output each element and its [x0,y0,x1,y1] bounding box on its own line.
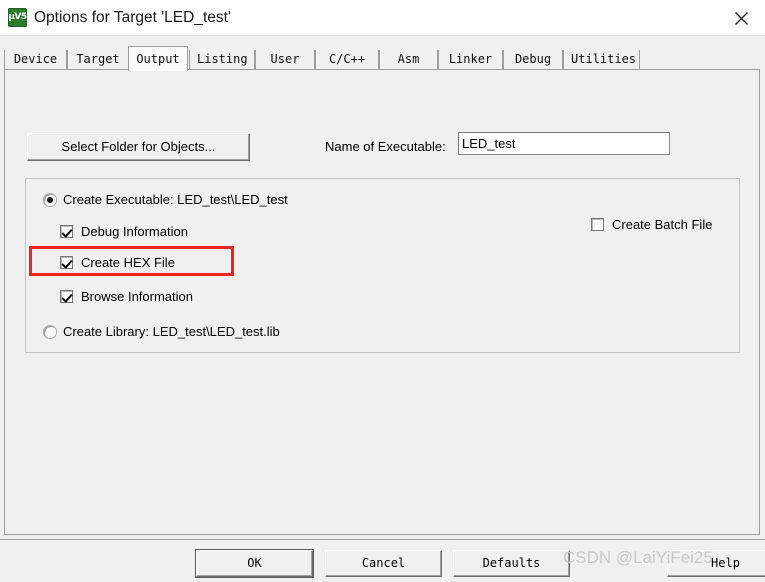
name-of-executable-label: Name of Executable: [325,139,446,154]
keil-uvision5-icon: µV5 [8,8,27,27]
help-button[interactable]: Help [667,550,765,577]
tab-linker-label: Linker [448,52,493,66]
tab-debug[interactable]: Debug [503,50,563,69]
tab-listing-label: Listing [197,52,248,66]
tab-debug-label: Debug [514,52,552,66]
create-hex-file-checkbox[interactable] [60,256,73,269]
ok-button[interactable]: OK [196,550,313,577]
tab-utilities[interactable]: Utilities [563,50,640,69]
tab-linker[interactable]: Linker [438,50,503,69]
close-button[interactable] [719,0,765,36]
tab-asm-label: Asm [397,52,420,66]
create-library-label: Create Library: LED_test\LED_test.lib [63,324,280,339]
tab-utilities-label: Utilities [571,52,637,66]
tab-user-label: User [270,52,300,66]
tab-output[interactable]: Output [128,46,188,71]
tab-output-label: Output [136,52,180,66]
tab-c-cpp[interactable]: C/C++ [315,50,379,69]
create-executable-label: Create Executable: LED_test\LED_test [63,192,288,207]
select-folder-for-objects-button[interactable]: Select Folder for Objects... [27,133,250,161]
title-bar: µV5 Options for Target 'LED_test' [0,0,765,36]
app-icon-glyph: µV5 [8,12,27,22]
create-batch-file-checkbox[interactable] [591,218,604,231]
create-hex-file-label: Create HEX File [81,255,175,270]
browse-information-label: Browse Information [81,289,193,304]
cancel-button[interactable]: Cancel [325,550,442,577]
tab-user[interactable]: User [255,50,315,69]
create-batch-file-label: Create Batch File [612,217,713,232]
create-library-radio[interactable] [44,326,56,338]
dialog-footer: OK Cancel Defaults Help [0,539,765,582]
window-title: Options for Target 'LED_test' [34,9,231,26]
defaults-button[interactable]: Defaults [453,550,570,577]
tab-device[interactable]: Device [4,50,67,69]
tab-listing[interactable]: Listing [189,50,255,69]
name-of-executable-input[interactable] [458,132,670,155]
debug-information-label: Debug Information [81,224,188,239]
output-options-group: Create Executable: LED_test\LED_test Deb… [25,178,740,353]
tab-strip: Device Target Output Listing User C/C++ … [4,46,760,71]
options-dialog-body: Device Target Output Listing User C/C++ … [0,36,765,582]
tab-device-label: Device [13,52,58,66]
tab-c-cpp-label: C/C++ [328,52,366,66]
tab-target-label: Target [76,52,120,66]
browse-information-checkbox[interactable] [60,290,73,303]
tab-asm[interactable]: Asm [379,50,438,69]
tab-target[interactable]: Target [67,50,129,69]
create-executable-radio[interactable] [44,194,56,206]
close-icon [735,12,748,25]
debug-information-checkbox[interactable] [60,225,73,238]
